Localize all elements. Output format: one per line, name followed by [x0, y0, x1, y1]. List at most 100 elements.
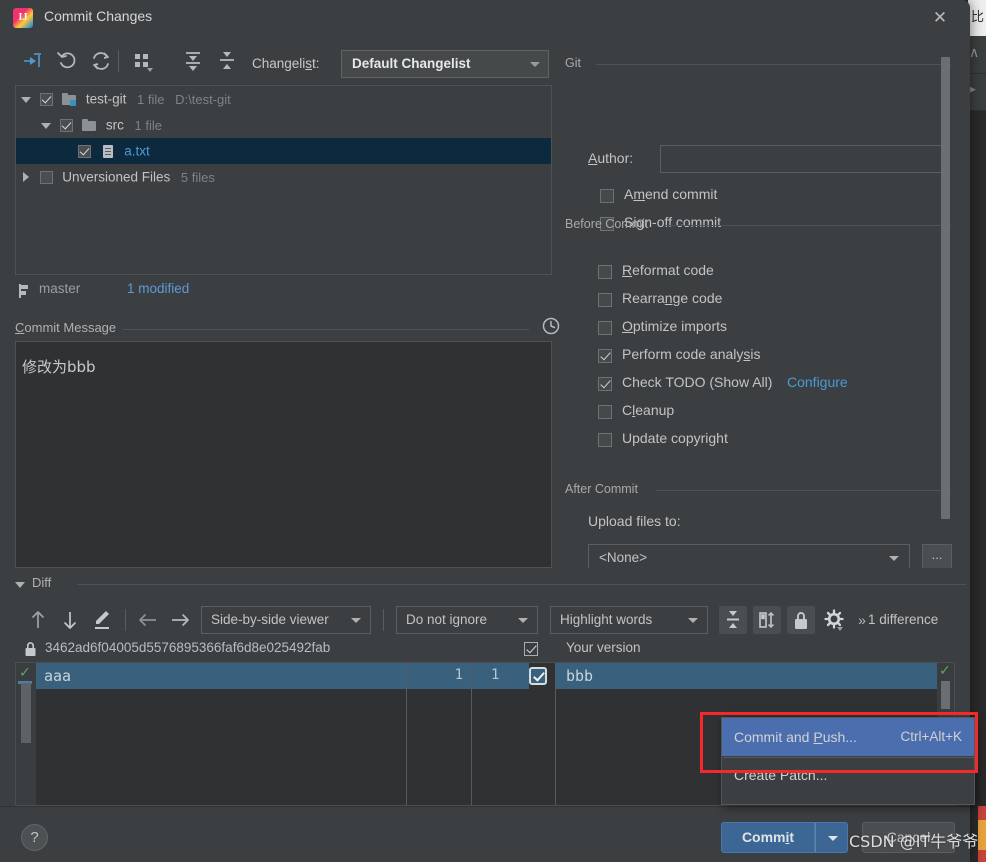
- revert-icon[interactable]: [54, 48, 80, 74]
- center-strip-highlight: [472, 663, 486, 689]
- checkbox-box: [598, 293, 612, 307]
- collapse-all-icon[interactable]: [214, 48, 240, 74]
- group-title-after-commit: After Commit: [565, 482, 638, 496]
- diff-left-changed-line: [36, 663, 406, 689]
- row-checkbox[interactable]: [78, 145, 91, 159]
- author-field[interactable]: [660, 145, 950, 173]
- row-checkbox[interactable]: [39, 93, 53, 107]
- tree-row[interactable]: a.txt: [16, 138, 551, 164]
- show-diff-icon[interactable]: [20, 48, 46, 74]
- left-line-number: 1: [454, 667, 463, 683]
- accept-change-icon[interactable]: ✓: [19, 664, 31, 681]
- configure-link[interactable]: Configure: [787, 374, 848, 390]
- background-glyph-b: ▶: [969, 84, 976, 94]
- chevron-down-icon[interactable]: [15, 582, 25, 588]
- clock-icon[interactable]: [541, 316, 561, 336]
- optimize-imports-label: Optimize imports: [622, 318, 728, 334]
- checkbox-box: [598, 377, 612, 391]
- expand-all-icon[interactable]: [180, 48, 206, 74]
- viewer-mode-dropdown[interactable]: Side-by-side viewer: [201, 606, 371, 634]
- pencil-icon[interactable]: [89, 606, 115, 634]
- tree-row-meta: 1 file: [137, 91, 165, 107]
- close-icon[interactable]: ✕: [918, 4, 962, 32]
- commit-options-panel: Git Author: Amend commit Sign-off commit…: [560, 50, 952, 568]
- changelist-dropdown[interactable]: Default Changelist: [341, 50, 549, 78]
- section-divider: [123, 329, 529, 330]
- chevron-down-icon: [828, 836, 838, 841]
- changes-tree[interactable]: test-git 1 file D:\test-git src 1 file a…: [15, 85, 552, 275]
- check-todo-label: Check TODO (Show All): [622, 374, 773, 390]
- commit-dropdown-button[interactable]: [815, 822, 848, 853]
- tree-row[interactable]: src 1 file: [16, 112, 551, 138]
- chevron-down-icon[interactable]: [20, 93, 33, 106]
- your-version-checkbox[interactable]: [524, 642, 538, 656]
- diff-section-header: Diff: [15, 575, 966, 594]
- upload-target-dropdown[interactable]: <None>: [588, 544, 910, 568]
- chevron-right-icon[interactable]: [20, 171, 33, 184]
- diff-right-scrollbar[interactable]: [941, 681, 950, 709]
- collapse-lines-icon[interactable]: [719, 606, 747, 634]
- diff-section-title: Diff: [32, 575, 52, 590]
- tree-row-path: D:\test-git: [175, 91, 231, 107]
- changelist-value: Default Changelist: [352, 56, 471, 71]
- commit-message-title: Commit Message: [15, 320, 117, 335]
- diff-center-strip: [471, 663, 486, 805]
- gear-icon[interactable]: [821, 606, 849, 634]
- commit-button[interactable]: Commit: [721, 822, 815, 853]
- intellij-idea-icon: IJ: [13, 8, 33, 28]
- browse-button[interactable]: ...: [922, 544, 952, 568]
- help-button[interactable]: ?: [21, 824, 48, 851]
- branch-name: master: [39, 281, 81, 296]
- tree-row[interactable]: test-git 1 file D:\test-git: [16, 86, 551, 112]
- diff-left-editor[interactable]: aaa: [36, 663, 406, 805]
- commit-message-input[interactable]: 修改为bbb: [15, 341, 552, 568]
- chevron-down-icon: [351, 618, 361, 623]
- app-icon-glyph: IJ: [18, 12, 28, 23]
- diff-left-line-numbers: 1: [406, 663, 472, 805]
- group-title-before-commit: Before Commit: [565, 217, 649, 231]
- diff-left-scrollbar[interactable]: [21, 683, 31, 743]
- arrow-right-icon[interactable]: [167, 606, 193, 634]
- diff-left-gutter[interactable]: ✓: [16, 663, 36, 805]
- folder-vcs-icon: [62, 93, 77, 107]
- diff-right-line-numbers: 1: [485, 663, 529, 805]
- right-line-number: 1: [491, 667, 500, 683]
- commit-message-header: Commit Message: [15, 317, 560, 340]
- section-divider: [77, 584, 966, 585]
- background-glyph-a: ∧: [969, 44, 980, 60]
- update-copyright-label: Update copyright: [622, 430, 728, 446]
- lock-icon[interactable]: [787, 606, 815, 634]
- tree-row-name: a.txt: [124, 143, 150, 159]
- arrow-left-icon[interactable]: [135, 606, 161, 634]
- options-scrollbar[interactable]: [941, 57, 950, 519]
- diff-revision-bar: 3462ad6f04005d5576895366faf6d8e025492fab…: [15, 638, 955, 660]
- toolbar-separator: [383, 609, 384, 631]
- row-checkbox[interactable]: [39, 171, 53, 185]
- upload-target-value: <None>: [599, 550, 648, 565]
- ignore-mode-dropdown[interactable]: Do not ignore: [396, 606, 538, 634]
- highlight-mode-dropdown[interactable]: Highlight words: [550, 606, 708, 634]
- checkbox-box: [600, 189, 614, 203]
- tree-row-name: test-git: [85, 91, 127, 107]
- accept-change-icon[interactable]: ✓: [939, 663, 951, 679]
- arrow-down-icon[interactable]: [57, 606, 83, 634]
- group-by-icon[interactable]: [130, 48, 156, 74]
- dialog-titlebar: IJ Commit Changes ✕: [0, 0, 970, 36]
- branch-status-line: master 1 modified: [17, 279, 557, 303]
- group-divider: [656, 490, 951, 491]
- annotation-highlight-box: [700, 712, 978, 773]
- arrow-up-icon[interactable]: [25, 606, 51, 634]
- group-divider: [666, 225, 951, 226]
- highlight-mode-value: Highlight words: [560, 612, 653, 627]
- background-tab-text: 比: [971, 9, 985, 24]
- include-change-checkbox[interactable]: [529, 667, 547, 685]
- modified-count[interactable]: 1 modified: [127, 281, 189, 296]
- sync-scroll-icon[interactable]: [753, 606, 781, 634]
- chevron-down-icon[interactable]: [40, 119, 53, 132]
- author-label: Author:: [588, 150, 634, 166]
- checkbox-box: [598, 433, 612, 447]
- watermark-text: CSDN @IT牛爷爷: [849, 832, 979, 851]
- row-checkbox[interactable]: [59, 119, 73, 133]
- refresh-icon[interactable]: [88, 48, 114, 74]
- tree-row[interactable]: Unversioned Files 5 files: [16, 164, 551, 190]
